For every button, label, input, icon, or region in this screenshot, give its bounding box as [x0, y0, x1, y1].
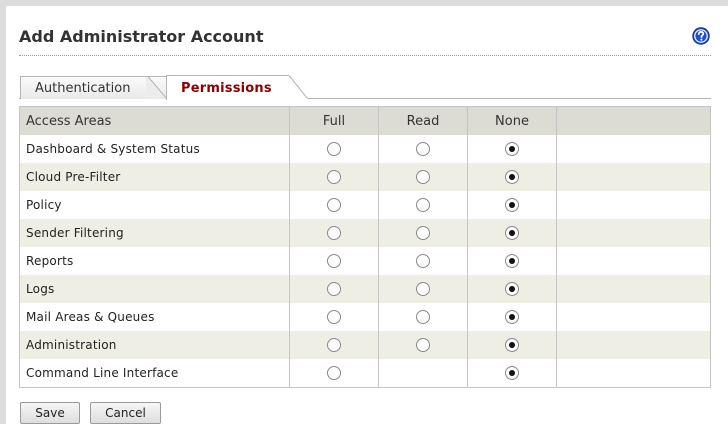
cell-full: [289, 135, 379, 163]
radio-full[interactable]: [327, 282, 341, 297]
radio-none[interactable]: [505, 170, 519, 185]
header-none: None: [467, 106, 557, 135]
row-spacer: [556, 331, 711, 359]
access-area-label: Policy: [19, 191, 290, 219]
radio-none[interactable]: [505, 142, 519, 157]
row-spacer: [556, 303, 711, 331]
row-spacer: [556, 191, 711, 219]
row-spacer: [556, 359, 711, 388]
cell-full: [289, 331, 379, 359]
table-row: Dashboard & System Status: [19, 135, 711, 163]
help-circle-icon[interactable]: [692, 27, 710, 45]
tab-authentication-edge: [146, 76, 168, 99]
table-row: Reports: [19, 247, 711, 275]
radio-none[interactable]: [505, 254, 519, 269]
radio-read[interactable]: [416, 170, 430, 185]
radio-read[interactable]: [416, 198, 430, 213]
row-spacer: [556, 219, 711, 247]
table-row: Administration: [19, 331, 711, 359]
radio-full[interactable]: [327, 170, 341, 185]
access-area-label: Logs: [19, 275, 290, 303]
cell-read: [378, 303, 468, 331]
table-row: Cloud Pre-Filter: [19, 163, 711, 191]
header-full: Full: [289, 106, 379, 135]
cell-none: [467, 359, 557, 388]
access-area-label: Cloud Pre-Filter: [19, 163, 290, 191]
permissions-table: Access Areas Full Read None Dashboard & …: [19, 106, 711, 388]
row-spacer: [556, 163, 711, 191]
table-row: Command Line Interface: [19, 359, 711, 388]
radio-none[interactable]: [505, 310, 519, 325]
radio-full[interactable]: [327, 142, 341, 157]
radio-none[interactable]: [505, 226, 519, 241]
cell-read: [378, 275, 468, 303]
cell-full: [289, 247, 379, 275]
cell-none: [467, 247, 557, 275]
radio-read[interactable]: [416, 282, 430, 297]
radio-full[interactable]: [327, 226, 341, 241]
table-row: Logs: [19, 275, 711, 303]
cell-full: [289, 219, 379, 247]
radio-none[interactable]: [505, 282, 519, 297]
tab-permissions-label: Permissions: [181, 81, 272, 96]
access-area-label: Command Line Interface: [19, 359, 290, 388]
save-button[interactable]: Save: [20, 402, 80, 424]
access-area-label: Reports: [19, 247, 290, 275]
cell-none: [467, 135, 557, 163]
tab-authentication[interactable]: Authentication: [20, 76, 166, 99]
table-row: Policy: [19, 191, 711, 219]
cell-none: [467, 331, 557, 359]
cell-full: [289, 163, 379, 191]
cell-full: [289, 191, 379, 219]
tab-permissions[interactable]: Permissions: [166, 75, 288, 100]
radio-none[interactable]: [505, 198, 519, 213]
tab-permissions-edge: [288, 75, 308, 99]
table-row: Sender Filtering: [19, 219, 711, 247]
cell-none: [467, 163, 557, 191]
permissions-table-body: Dashboard & System Status Cloud Pre-Filte…: [19, 135, 711, 388]
cell-read: [378, 359, 468, 388]
title-divider: [19, 55, 711, 56]
cell-read: [378, 219, 468, 247]
radio-read[interactable]: [416, 310, 430, 325]
table-header-row: Access Areas Full Read None: [19, 106, 711, 135]
header-spacer: [556, 106, 711, 135]
access-area-label: Dashboard & System Status: [19, 135, 290, 163]
radio-full[interactable]: [327, 366, 341, 381]
access-area-label: Administration: [19, 331, 290, 359]
cell-read: [378, 163, 468, 191]
access-area-label: Sender Filtering: [19, 219, 290, 247]
radio-none[interactable]: [505, 366, 519, 381]
cell-read: [378, 247, 468, 275]
radio-full[interactable]: [327, 198, 341, 213]
radio-full[interactable]: [327, 310, 341, 325]
cell-full: [289, 275, 379, 303]
cell-read: [378, 191, 468, 219]
header-read: Read: [378, 106, 468, 135]
radio-read[interactable]: [416, 254, 430, 269]
radio-read[interactable]: [416, 142, 430, 157]
access-area-label: Mail Areas & Queues: [19, 303, 290, 331]
cell-full: [289, 303, 379, 331]
row-spacer: [556, 135, 711, 163]
header-access-areas: Access Areas: [19, 106, 290, 135]
radio-read[interactable]: [416, 338, 430, 353]
row-spacer: [556, 247, 711, 275]
page-title: Add Administrator Account: [19, 27, 264, 46]
cell-read: [378, 331, 468, 359]
radio-read[interactable]: [416, 226, 430, 241]
row-spacer: [556, 275, 711, 303]
cell-full: [289, 359, 379, 388]
cell-read: [378, 135, 468, 163]
cell-none: [467, 219, 557, 247]
cell-none: [467, 191, 557, 219]
cancel-button[interactable]: Cancel: [90, 402, 161, 424]
radio-full[interactable]: [327, 254, 341, 269]
cell-none: [467, 275, 557, 303]
table-row: Mail Areas & Queues: [19, 303, 711, 331]
tab-authentication-label: Authentication: [35, 81, 131, 96]
radio-none[interactable]: [505, 338, 519, 353]
radio-full[interactable]: [327, 338, 341, 353]
cell-none: [467, 303, 557, 331]
